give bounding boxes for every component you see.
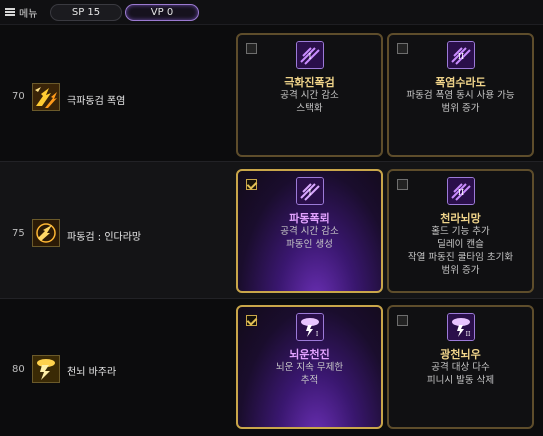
- skill-level: 75: [12, 228, 25, 239]
- hamburger-icon: [5, 8, 15, 16]
- option-checkbox-checked[interactable]: [246, 179, 257, 190]
- option-card-selected[interactable]: I 파동폭뢰 공격 시간 감소 파동인 생성: [236, 169, 383, 293]
- purple-sword-icon: II: [447, 41, 475, 69]
- lightning-net-icon: [32, 219, 60, 247]
- option-card[interactable]: I 극화진폭검 공격 시간 감소 스택화: [236, 33, 383, 157]
- flame-burst-icon: [32, 83, 60, 111]
- menu-label: 메뉴: [19, 8, 38, 20]
- option-card-selected[interactable]: I 뇌운천진 뇌운 지속 무제한 추적: [236, 305, 383, 429]
- thunder-strike-icon: [32, 355, 60, 383]
- svg-text:I: I: [308, 52, 311, 61]
- thunder-cloud-icon: I: [296, 313, 324, 341]
- svg-text:I: I: [308, 188, 311, 197]
- option-description: 홀드 기능 추가 딜레이 캔슬 작열 파동진 쿨타임 초기화 범위 증가: [407, 226, 514, 276]
- option-title: 폭염수라도: [435, 76, 486, 89]
- option-checkbox[interactable]: [397, 315, 408, 326]
- svg-text:II: II: [458, 188, 464, 197]
- option-description: 뇌운 지속 무제한 추적: [275, 362, 344, 386]
- option-title: 파동폭뢰: [289, 212, 330, 225]
- vp-counter: VP 0: [125, 4, 199, 21]
- svg-text:II: II: [458, 52, 464, 61]
- option-checkbox[interactable]: [246, 43, 257, 54]
- top-bar: 메뉴 SP 15 VP 0: [0, 0, 543, 25]
- option-card[interactable]: II 광천뇌우 공격 대상 다수 피니시 발동 삭제: [387, 305, 534, 429]
- option-title: 극화진폭검: [284, 76, 335, 89]
- option-checkbox[interactable]: [397, 179, 408, 190]
- purple-sword-icon: II: [447, 177, 475, 205]
- skill-name: 천뇌 바주라: [67, 367, 117, 378]
- option-title: 뇌운천진: [289, 348, 330, 361]
- option-checkbox[interactable]: [397, 43, 408, 54]
- option-title: 천라뇌망: [440, 212, 481, 225]
- option-description: 공격 대상 다수 피니시 발동 삭제: [426, 362, 495, 386]
- sp-counter: SP 15: [50, 4, 122, 21]
- purple-sword-icon: I: [296, 177, 324, 205]
- menu-button[interactable]: 메뉴: [5, 4, 37, 20]
- option-card[interactable]: II 천라뇌망 홀드 기능 추가 딜레이 캔슬 작열 파동진 쿨타임 초기화 범…: [387, 169, 534, 293]
- skill-name: 극파동검 폭염: [67, 96, 126, 107]
- skill-level: 80: [12, 364, 25, 375]
- skill-name: 파동검 : 인다라망: [67, 232, 142, 243]
- skill-row-75: 75 파동검 : 인다라망 I 파동폭뢰 공격 시간 감소 파동인 생성 II …: [0, 162, 543, 298]
- skill-row-70: 70 극파동검 폭염 I 극화진폭검 공격 시간 감소 스택화 II 폭염수라도…: [0, 25, 543, 161]
- option-description: 파동검 폭염 동시 사용 가능 범위 증가: [406, 90, 515, 114]
- skill-level: 70: [12, 91, 25, 102]
- option-title: 광천뇌우: [440, 348, 481, 361]
- purple-sword-icon: I: [296, 41, 324, 69]
- option-description: 공격 시간 감소 스택화: [280, 90, 339, 114]
- svg-text:II: II: [466, 331, 471, 338]
- option-checkbox-checked[interactable]: [246, 315, 257, 326]
- option-description: 공격 시간 감소 파동인 생성: [280, 226, 339, 250]
- option-card[interactable]: II 폭염수라도 파동검 폭염 동시 사용 가능 범위 증가: [387, 33, 534, 157]
- thunder-cloud-icon: II: [447, 313, 475, 341]
- skill-row-80: 80 천뇌 바주라 I 뇌운천진 뇌운 지속 무제한 추적 II 광천뇌우 공격…: [0, 299, 543, 436]
